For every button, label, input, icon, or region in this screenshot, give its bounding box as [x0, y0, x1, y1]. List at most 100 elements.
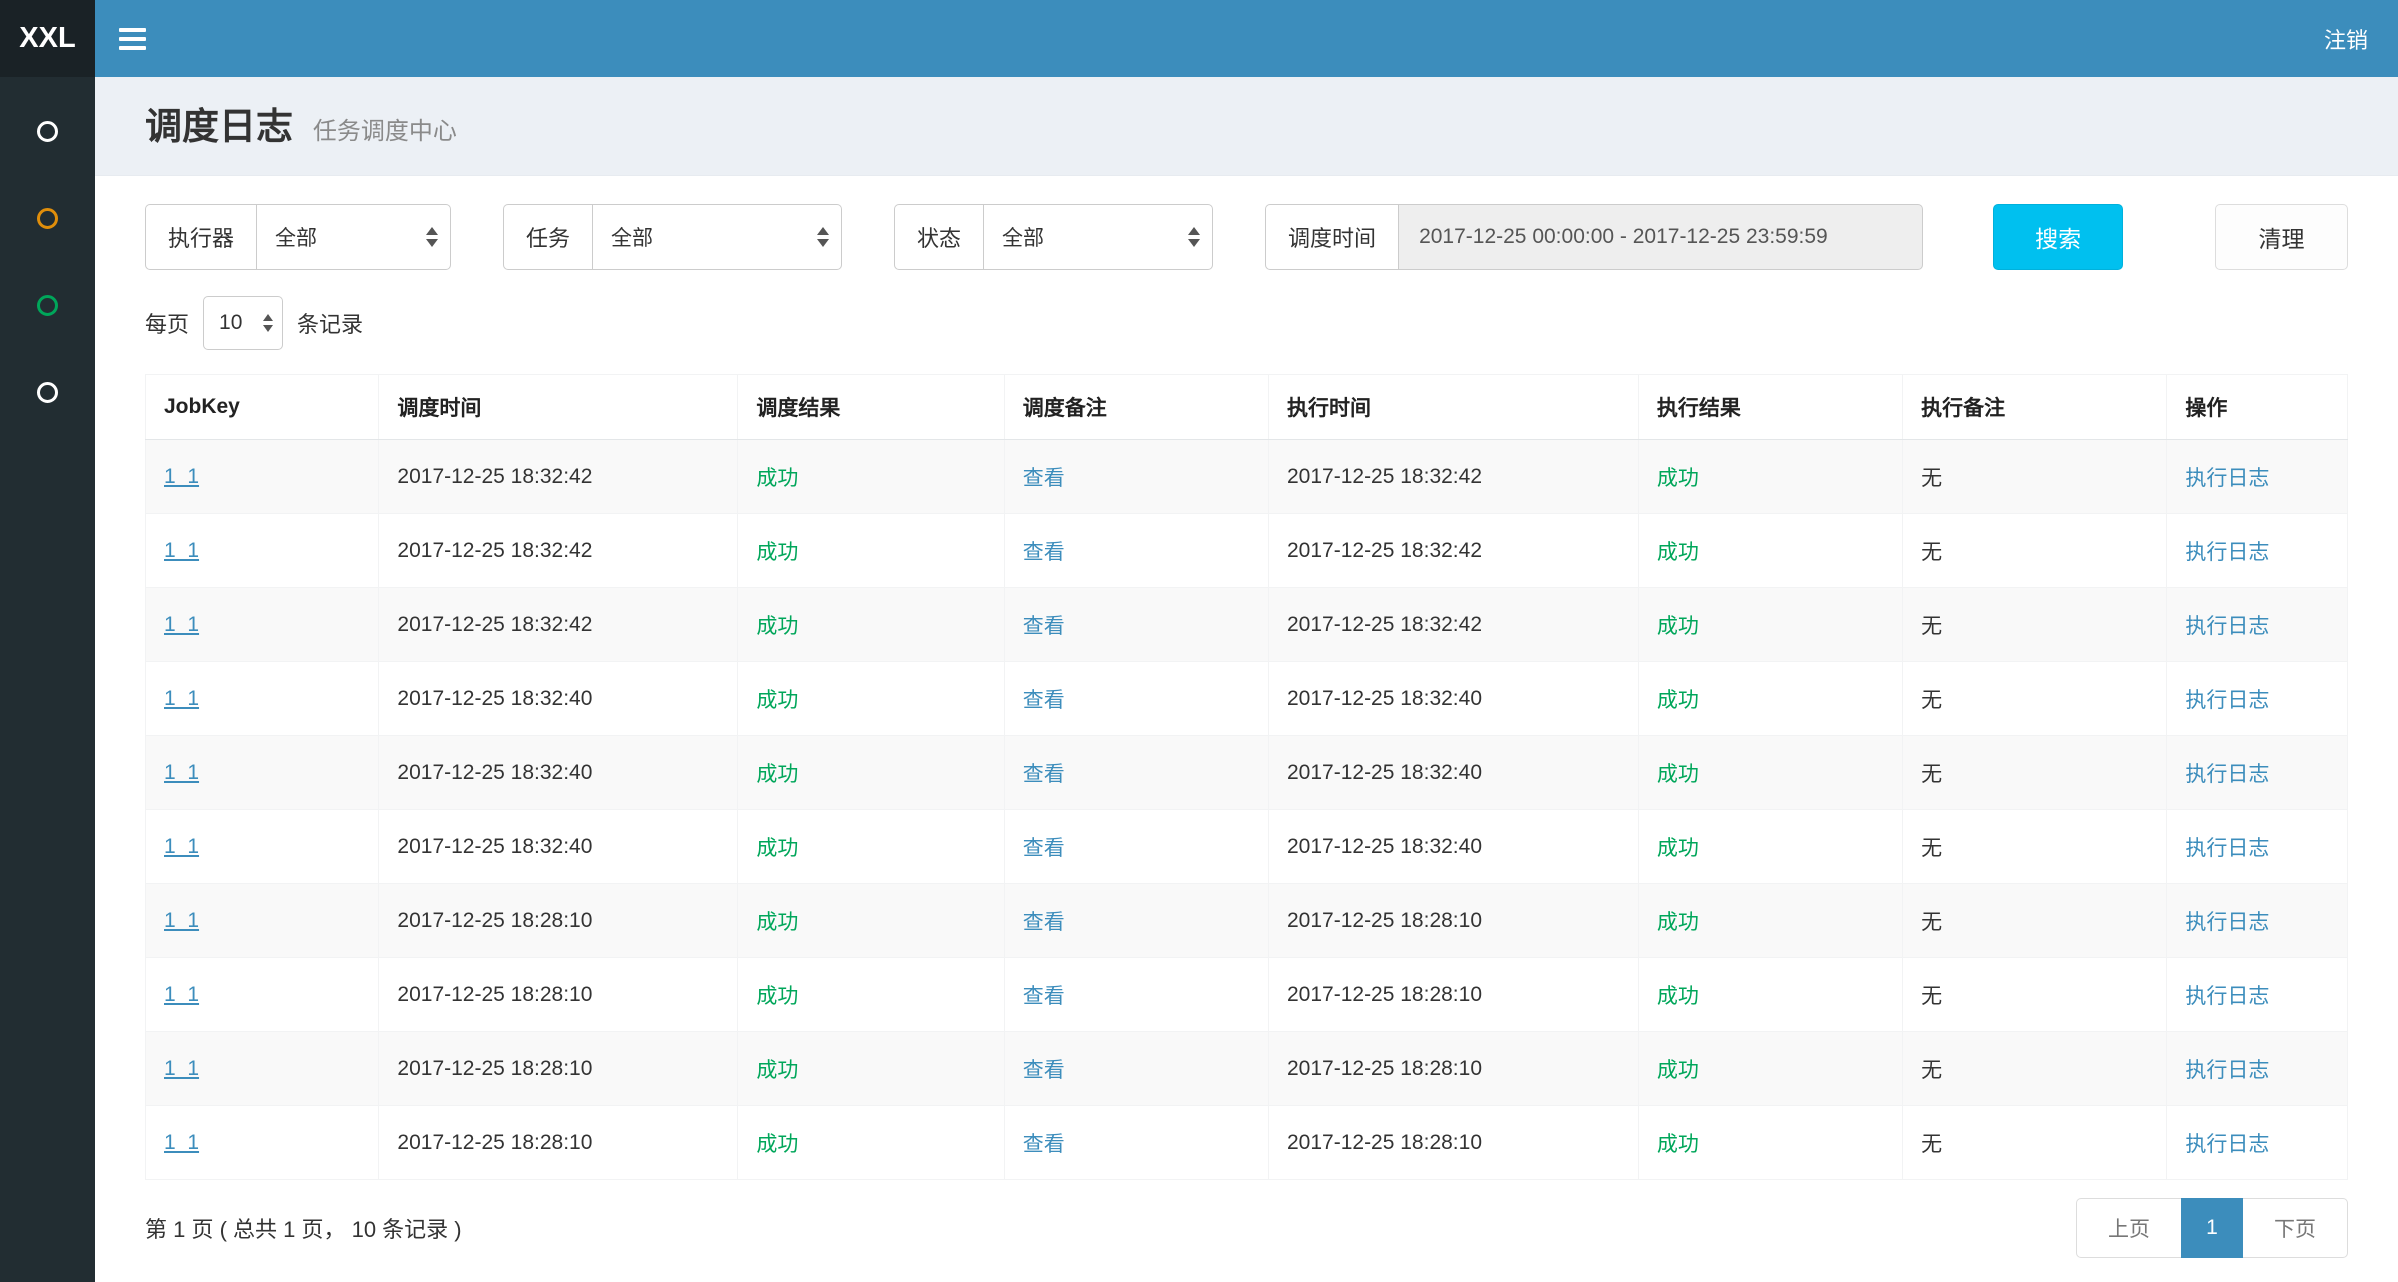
sidebar-item-2[interactable] — [37, 208, 58, 229]
handle-msg-cell: 无 — [1921, 541, 1942, 564]
log-table: JobKey 调度时间 调度结果 调度备注 执行时间 执行结果 执行备注 操作 … — [145, 374, 2348, 1180]
circle-icon — [37, 295, 58, 316]
handle-msg-cell: 无 — [1921, 467, 1942, 490]
jobkey-link[interactable]: 1_1 — [164, 1131, 199, 1154]
jobkey-link[interactable]: 1_1 — [164, 835, 199, 858]
jobkey-link[interactable]: 1_1 — [164, 761, 199, 784]
executor-select[interactable]: 全部 — [256, 204, 451, 270]
handle-result-cell: 成功 — [1657, 763, 1699, 786]
circle-icon — [37, 382, 58, 403]
circle-icon — [37, 121, 58, 142]
trigger-result-cell: 成功 — [756, 541, 798, 564]
exec-log-link[interactable]: 执行日志 — [2185, 689, 2269, 712]
status-filter-label: 状态 — [894, 204, 983, 270]
page-size-select[interactable]: 10 — [203, 296, 283, 350]
pagination-info: 第 1 页 ( 总共 1 页， 10 条记录 ) — [145, 1212, 462, 1244]
trigger-time-cell: 2017-12-25 18:32:40 — [397, 761, 592, 784]
col-header-handle-msg: 执行备注 — [1903, 375, 2167, 440]
page-size-control: 每页 10 条记录 — [145, 296, 2348, 350]
trigger-msg-link[interactable]: 查看 — [1023, 615, 1065, 638]
handle-time-cell: 2017-12-25 18:28:10 — [1287, 1057, 1482, 1080]
table-row: 1_1 2017-12-25 18:32:40 成功 查看 2017-12-25… — [146, 810, 2348, 884]
clear-button[interactable]: 清理 — [2215, 204, 2348, 270]
job-select[interactable]: 全部 — [592, 204, 842, 270]
col-header-jobkey: JobKey — [146, 375, 379, 440]
trigger-msg-link[interactable]: 查看 — [1023, 837, 1065, 860]
exec-log-link[interactable]: 执行日志 — [2185, 985, 2269, 1008]
search-button[interactable]: 搜索 — [1993, 204, 2123, 270]
job-filter-label: 任务 — [503, 204, 592, 270]
next-page-button[interactable]: 下页 — [2242, 1198, 2348, 1258]
handle-result-cell: 成功 — [1657, 689, 1699, 712]
col-header-trigger-result: 调度结果 — [738, 375, 1004, 440]
trigger-result-cell: 成功 — [756, 1059, 798, 1082]
page-header: 调度日志 任务调度中心 — [95, 77, 2398, 175]
trigger-msg-link[interactable]: 查看 — [1023, 763, 1065, 786]
page-subtitle: 任务调度中心 — [313, 118, 457, 145]
handle-result-cell: 成功 — [1657, 1059, 1699, 1082]
trigger-msg-link[interactable]: 查看 — [1023, 1059, 1065, 1082]
trigger-time-filter-label: 调度时间 — [1265, 204, 1398, 270]
sidebar-item-3[interactable] — [37, 295, 58, 316]
select-stepper-icon — [817, 227, 829, 247]
exec-log-link[interactable]: 执行日志 — [2185, 763, 2269, 786]
handle-result-cell: 成功 — [1657, 1133, 1699, 1156]
trigger-result-cell: 成功 — [756, 1133, 798, 1156]
jobkey-link[interactable]: 1_1 — [164, 983, 199, 1006]
sidebar-item-1[interactable] — [37, 121, 58, 142]
page-size-value: 10 — [219, 311, 242, 335]
main-content: 调度日志 任务调度中心 执行器 全部 任务 全部 — [95, 77, 2398, 1282]
prev-page-button[interactable]: 上页 — [2076, 1198, 2182, 1258]
exec-log-link[interactable]: 执行日志 — [2185, 615, 2269, 638]
trigger-msg-link[interactable]: 查看 — [1023, 985, 1065, 1008]
exec-log-link[interactable]: 执行日志 — [2185, 1059, 2269, 1082]
sidebar-item-4[interactable] — [37, 382, 58, 403]
exec-log-link[interactable]: 执行日志 — [2185, 467, 2269, 490]
handle-time-cell: 2017-12-25 18:32:40 — [1287, 687, 1482, 710]
jobkey-link[interactable]: 1_1 — [164, 539, 199, 562]
trigger-time-input[interactable] — [1398, 204, 1923, 270]
exec-log-link[interactable]: 执行日志 — [2185, 1133, 2269, 1156]
log-table-body: 1_1 2017-12-25 18:32:42 成功 查看 2017-12-25… — [146, 440, 2348, 1180]
jobkey-link[interactable]: 1_1 — [164, 1057, 199, 1080]
handle-time-cell: 2017-12-25 18:32:42 — [1287, 539, 1482, 562]
handle-msg-cell: 无 — [1921, 911, 1942, 934]
logout-link[interactable]: 注销 — [2294, 0, 2398, 77]
page-size-suffix: 条记录 — [297, 307, 363, 339]
select-stepper-icon — [263, 314, 273, 332]
current-page-button[interactable]: 1 — [2181, 1198, 2243, 1258]
trigger-msg-link[interactable]: 查看 — [1023, 467, 1065, 490]
handle-result-cell: 成功 — [1657, 541, 1699, 564]
table-row: 1_1 2017-12-25 18:32:42 成功 查看 2017-12-25… — [146, 588, 2348, 662]
page-size-prefix: 每页 — [145, 307, 189, 339]
exec-log-link[interactable]: 执行日志 — [2185, 837, 2269, 860]
handle-time-cell: 2017-12-25 18:28:10 — [1287, 983, 1482, 1006]
content-panel: 执行器 全部 任务 全部 状态 全部 — [95, 175, 2398, 1282]
select-stepper-icon — [1188, 227, 1200, 247]
handle-time-cell: 2017-12-25 18:28:10 — [1287, 1131, 1482, 1154]
status-select[interactable]: 全部 — [983, 204, 1213, 270]
trigger-msg-link[interactable]: 查看 — [1023, 541, 1065, 564]
trigger-time-cell: 2017-12-25 18:28:10 — [397, 909, 592, 932]
table-row: 1_1 2017-12-25 18:32:42 成功 查看 2017-12-25… — [146, 440, 2348, 514]
jobkey-link[interactable]: 1_1 — [164, 613, 199, 636]
handle-msg-cell: 无 — [1921, 837, 1942, 860]
exec-log-link[interactable]: 执行日志 — [2185, 911, 2269, 934]
trigger-msg-link[interactable]: 查看 — [1023, 911, 1065, 934]
sidebar-toggle-button[interactable] — [95, 0, 169, 77]
trigger-time-cell: 2017-12-25 18:28:10 — [397, 1057, 592, 1080]
handle-msg-cell: 无 — [1921, 1059, 1942, 1082]
exec-log-link[interactable]: 执行日志 — [2185, 541, 2269, 564]
app-logo[interactable]: XXL — [0, 0, 95, 77]
handle-msg-cell: 无 — [1921, 763, 1942, 786]
handle-msg-cell: 无 — [1921, 615, 1942, 638]
jobkey-link[interactable]: 1_1 — [164, 909, 199, 932]
trigger-msg-link[interactable]: 查看 — [1023, 689, 1065, 712]
trigger-time-cell: 2017-12-25 18:32:40 — [397, 835, 592, 858]
job-select-value: 全部 — [611, 222, 653, 252]
trigger-time-cell: 2017-12-25 18:28:10 — [397, 983, 592, 1006]
jobkey-link[interactable]: 1_1 — [164, 687, 199, 710]
jobkey-link[interactable]: 1_1 — [164, 465, 199, 488]
trigger-msg-link[interactable]: 查看 — [1023, 1133, 1065, 1156]
sidebar — [0, 77, 95, 1282]
